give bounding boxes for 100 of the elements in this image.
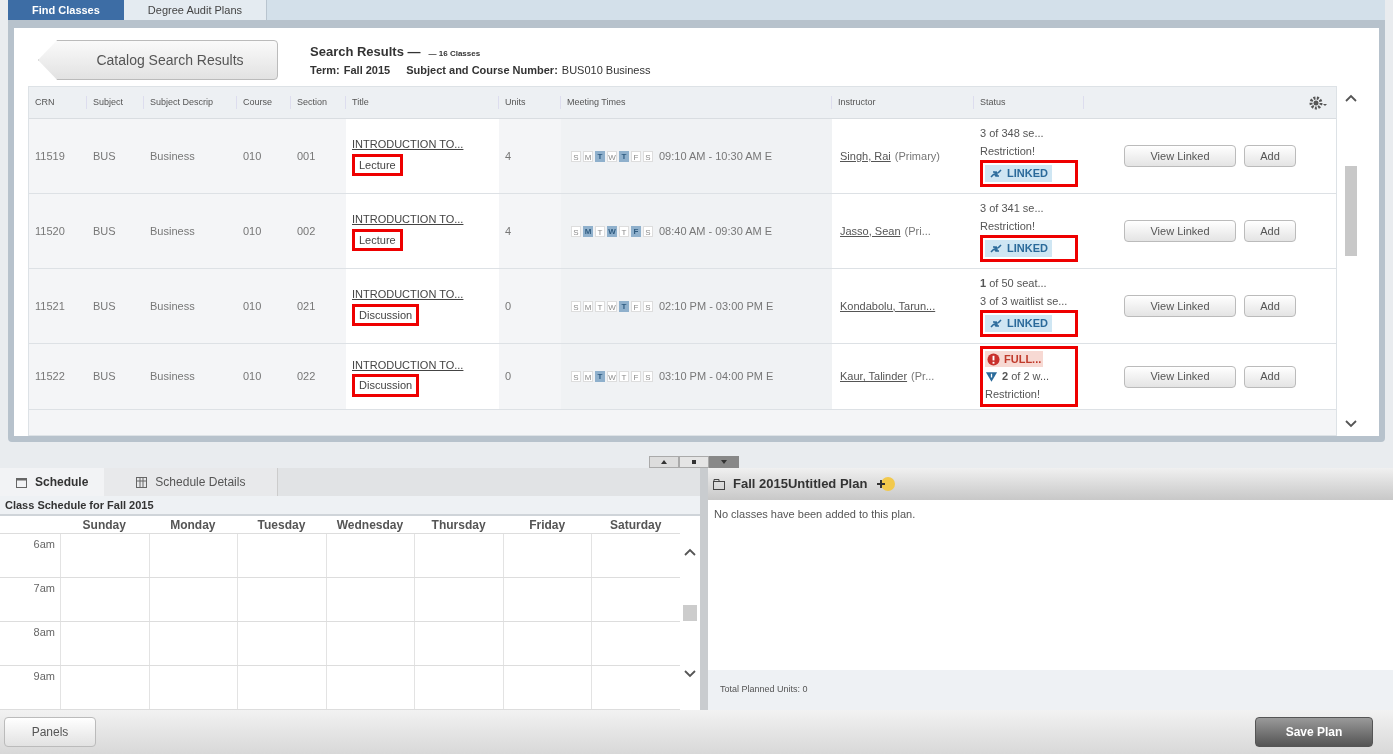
course-title-link[interactable]: INTRODUCTION TO...	[352, 356, 493, 373]
course-title-link[interactable]: INTRODUCTION TO...	[352, 136, 493, 153]
day-chip: T	[595, 225, 605, 237]
restore-button[interactable]	[678, 456, 709, 468]
column-header[interactable]: Units	[499, 95, 561, 110]
scroll-thumb[interactable]	[1345, 166, 1357, 256]
link-icon	[989, 317, 1003, 330]
caret-down-icon	[720, 460, 727, 464]
crn-cell-text: 11519	[34, 148, 66, 164]
units-cell-text: 4	[504, 148, 513, 164]
hour-label: 6am	[32, 537, 56, 552]
link-icon	[989, 242, 1003, 255]
collapse-up-button[interactable]	[648, 456, 679, 468]
panels-button[interactable]: Panels	[4, 717, 96, 747]
description-cell-text: Business	[149, 369, 196, 385]
link-icon	[989, 167, 1003, 180]
day-chip: W	[607, 300, 617, 312]
section-cell-text: 001	[296, 148, 317, 164]
add-plan-icon[interactable]	[875, 475, 898, 493]
column-header[interactable]: Subject	[87, 95, 144, 110]
description-cell-text: Business	[149, 223, 196, 239]
results-title: Search Results —	[310, 43, 421, 61]
instructor-link[interactable]: Kondabolu, Tarun...	[840, 297, 936, 315]
plan-total: Total Planned Units: 0	[708, 670, 1393, 710]
instructor-link[interactable]: Singh, Rai	[840, 147, 891, 165]
meeting-time: 03:10 PM - 04:00 PM E	[659, 369, 774, 385]
collapse-down-button[interactable]	[708, 456, 739, 468]
column-header[interactable]: Subject Descrip	[144, 95, 237, 110]
column-header[interactable]: Meeting Times	[561, 95, 832, 110]
day-chip: W	[607, 225, 617, 237]
instructor-role: (Primary)	[894, 148, 940, 164]
folder-icon	[713, 478, 725, 490]
subject-cell-text: BUS	[92, 369, 117, 385]
crn-cell-text: 11520	[34, 223, 66, 239]
units-cell-text: 4	[504, 223, 513, 239]
day-chip: T	[595, 150, 605, 162]
column-header[interactable]: Status	[974, 95, 1084, 110]
course-title-link[interactable]: INTRODUCTION TO...	[352, 211, 493, 228]
add-button[interactable]: Add	[1244, 365, 1296, 388]
top-tab[interactable]: Degree Audit Plans	[123, 0, 268, 20]
view-linked-button[interactable]: View Linked	[1124, 295, 1236, 317]
status-text: Restriction!	[980, 143, 1037, 159]
section-cell-text: 002	[296, 223, 317, 239]
add-button[interactable]: Add	[1244, 220, 1296, 242]
day-header: Friday	[528, 517, 567, 534]
column-header[interactable]: Section	[291, 95, 346, 110]
day-chip: M	[583, 225, 593, 237]
column-header[interactable]: Title	[346, 95, 499, 110]
crn-cell-text: 11521	[34, 298, 66, 314]
day-chip: W	[607, 150, 617, 162]
column-header[interactable]: Instructor	[832, 95, 974, 110]
day-header: Monday	[169, 517, 217, 534]
day-chip: F	[631, 371, 641, 382]
meeting-time: 09:10 AM - 10:30 AM E	[659, 148, 773, 164]
top-tab[interactable]: Find Classes	[8, 0, 124, 20]
course-title-link[interactable]: INTRODUCTION TO...	[352, 286, 493, 303]
view-linked-button[interactable]: View Linked	[1124, 145, 1236, 167]
day-chip: T	[619, 225, 629, 237]
day-chip: M	[583, 371, 593, 382]
schedule-tab[interactable]: Schedule Details	[104, 468, 279, 496]
view-linked-button[interactable]: View Linked	[1124, 220, 1236, 242]
status-text: Restriction!	[985, 386, 1042, 402]
save-plan-button[interactable]: Save Plan	[1255, 717, 1373, 747]
scroll-up-icon[interactable]	[1345, 94, 1357, 102]
scroll-thumb[interactable]	[683, 605, 697, 621]
column-header[interactable]: Course	[237, 95, 291, 110]
view-linked-button[interactable]: View Linked	[1124, 365, 1236, 388]
scroll-down-icon[interactable]	[684, 669, 696, 678]
schedule-title: Class Schedule for Fall 2015	[0, 496, 700, 516]
columns-icon	[136, 476, 148, 488]
waitlist-text: 2 of 2 w...	[985, 368, 1073, 385]
day-chip: M	[583, 150, 593, 162]
status-text: 1 of 50 seat...	[980, 276, 1048, 292]
column-header[interactable]: CRN	[29, 95, 87, 110]
back-button[interactable]: Catalog Search Results	[38, 40, 278, 80]
day-chip: S	[643, 300, 653, 312]
day-header: Sunday	[81, 517, 127, 534]
plan-message: No classes have been added to this plan.	[713, 507, 917, 522]
add-button[interactable]: Add	[1244, 145, 1296, 167]
instructor-role: (Pr...	[911, 369, 935, 385]
term-label: Term:	[310, 62, 340, 78]
day-header: Thursday	[430, 517, 487, 534]
subject-cell-text: BUS	[92, 223, 117, 239]
day-header: Tuesday	[256, 517, 307, 534]
add-button[interactable]: Add	[1244, 295, 1296, 317]
scroll-up-icon[interactable]	[684, 548, 696, 557]
day-chip: W	[607, 371, 617, 382]
status-text: Restriction!	[980, 218, 1037, 234]
instructor-link[interactable]: Kaur, Talinder	[840, 368, 908, 385]
day-chip: F	[631, 150, 641, 162]
status-text: 3 of 348 se...	[980, 126, 1045, 142]
instructor-link[interactable]: Jasso, Sean	[840, 222, 901, 240]
meeting-time: 08:40 AM - 09:30 AM E	[659, 223, 773, 239]
schedule-tab[interactable]: Schedule	[0, 468, 105, 496]
triangle-icon	[985, 370, 998, 383]
linked-badge: LINKED	[985, 165, 1052, 182]
scroll-down-icon[interactable]	[1345, 420, 1357, 428]
units-cell-text: 0	[504, 369, 513, 385]
component-type: Lecture	[352, 228, 403, 251]
units-cell-text: 0	[504, 298, 513, 314]
